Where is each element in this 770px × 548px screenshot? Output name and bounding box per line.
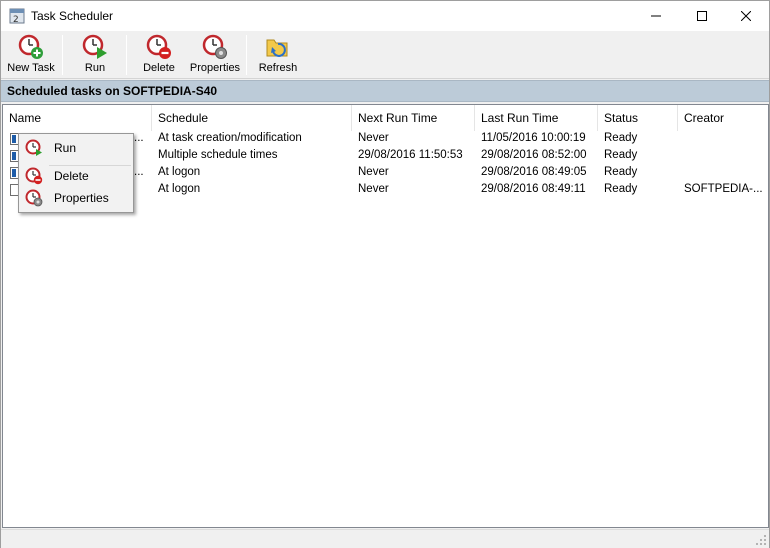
task-schedule: At task creation/modification — [158, 132, 302, 144]
task-creator: SOFTPEDIA-... — [684, 183, 763, 195]
properties-button[interactable]: Properties — [187, 34, 243, 78]
toolbar: New Task Run Delete Properties Refresh — [1, 31, 769, 79]
task-next-run: Never — [358, 183, 389, 195]
column-header-schedule[interactable]: Schedule — [152, 105, 352, 131]
task-schedule: At logon — [158, 166, 201, 178]
run-button[interactable]: Run — [73, 34, 117, 78]
title-bar: 2 Task Scheduler — [1, 1, 769, 31]
clock-plus-icon — [18, 34, 43, 59]
context-menu-delete[interactable]: Delete — [21, 165, 131, 187]
context-menu: Run Delete Properties — [18, 133, 134, 213]
window-title: Task Scheduler — [31, 9, 114, 23]
resize-grip-icon[interactable] — [755, 534, 767, 546]
delete-button[interactable]: Delete — [137, 34, 181, 78]
task-schedule: Multiple schedule times — [158, 149, 278, 161]
minimize-button[interactable] — [633, 1, 679, 31]
task-status: Ready — [604, 166, 638, 178]
toolbar-separator — [62, 35, 63, 75]
task-scheduler-icon: 2 — [9, 8, 25, 24]
refresh-button[interactable]: Refresh — [255, 34, 301, 78]
task-next-run: Never — [358, 166, 389, 178]
clock-delete-icon — [25, 167, 43, 185]
context-menu-properties[interactable]: Properties — [21, 187, 131, 209]
clock-play-icon — [82, 34, 107, 59]
task-last-run: 11/05/2016 10:00:19 — [481, 132, 586, 144]
close-button[interactable] — [723, 1, 769, 31]
scheduled-tasks-header: Scheduled tasks on SOFTPEDIA-S40 — [1, 80, 769, 102]
context-menu-run-label: Run — [54, 141, 77, 155]
properties-label: Properties — [189, 62, 241, 74]
close-icon — [741, 11, 751, 21]
task-name: ... — [134, 132, 144, 144]
status-bar — [1, 529, 769, 548]
folder-refresh-icon — [266, 39, 288, 57]
delete-label: Delete — [143, 62, 175, 74]
task-scheduler-window: 2 Task Scheduler New Task Run Delete Pro… — [0, 0, 770, 548]
scheduled-tasks-title: Scheduled tasks on SOFTPEDIA-S40 — [7, 84, 218, 98]
column-header-next-run[interactable]: Next Run Time — [352, 105, 475, 131]
column-header-creator[interactable]: Creator — [678, 105, 768, 131]
task-name: ... — [134, 166, 144, 178]
task-last-run: 29/08/2016 08:49:11 — [481, 183, 586, 195]
clock-gear-icon — [25, 189, 43, 207]
column-header-last-run[interactable]: Last Run Time — [475, 105, 598, 131]
new-task-button[interactable]: New Task — [5, 34, 57, 78]
clock-delete-icon — [146, 34, 171, 59]
context-menu-run[interactable]: Run — [21, 137, 131, 159]
maximize-icon — [697, 11, 707, 21]
minimize-icon — [651, 15, 661, 17]
svg-text:2: 2 — [13, 15, 19, 24]
task-status: Ready — [604, 132, 638, 144]
context-menu-delete-label: Delete — [54, 169, 89, 183]
toolbar-separator — [246, 35, 247, 75]
context-menu-properties-label: Properties — [54, 191, 109, 205]
task-status: Ready — [604, 183, 638, 195]
task-next-run: Never — [358, 132, 389, 144]
column-header-status[interactable]: Status — [598, 105, 678, 131]
clock-gear-icon — [202, 34, 227, 59]
clock-play-icon — [25, 139, 42, 156]
task-last-run: 29/08/2016 08:52:00 — [481, 149, 587, 161]
task-status: Ready — [604, 149, 638, 161]
task-last-run: 29/08/2016 08:49:05 — [481, 166, 587, 178]
toolbar-separator — [126, 35, 127, 75]
new-task-label: New Task — [7, 62, 55, 74]
column-header-name[interactable]: Name — [3, 105, 152, 131]
refresh-label: Refresh — [258, 62, 298, 74]
run-label: Run — [84, 62, 106, 74]
task-schedule: At logon — [158, 183, 201, 195]
maximize-button[interactable] — [679, 1, 725, 31]
task-next-run: 29/08/2016 11:50:53 — [358, 149, 463, 161]
